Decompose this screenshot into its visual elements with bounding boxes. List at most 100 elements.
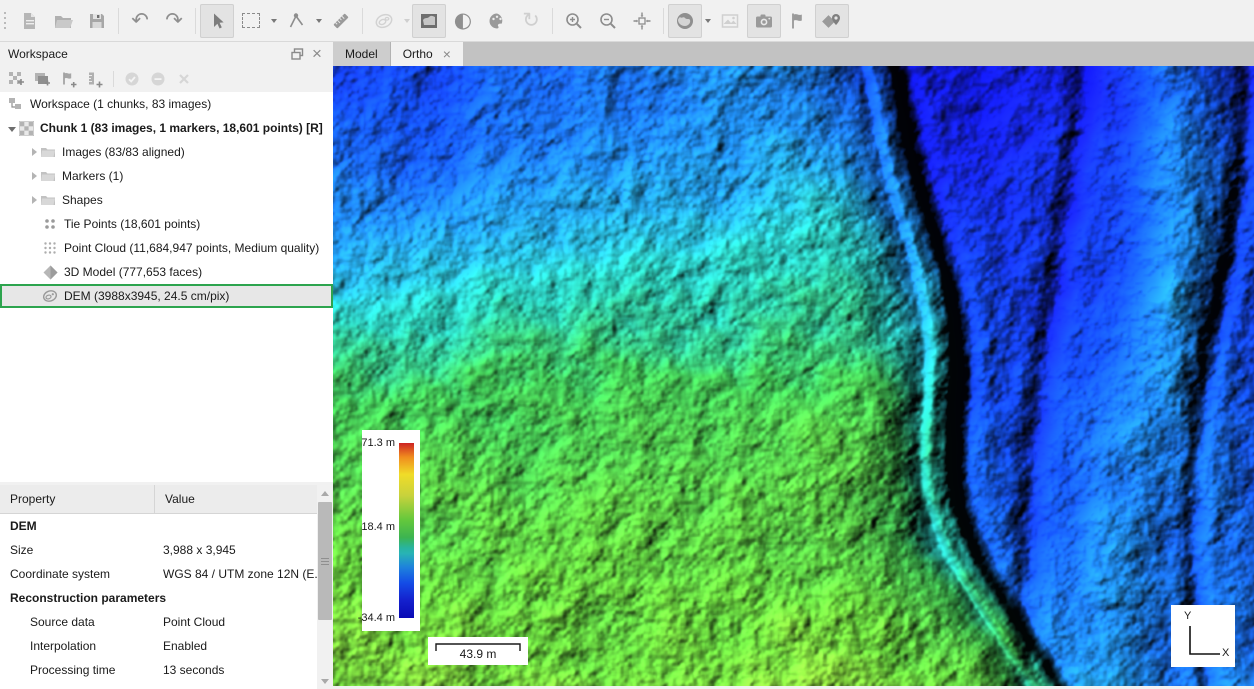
toolbar-grip-handle[interactable] <box>4 12 6 29</box>
property-row-coordinate-system: Coordinate systemWGS 84 / UTM zone 12N (… <box>0 562 317 586</box>
hillshade-map-icon <box>419 11 439 31</box>
remove-button[interactable] <box>173 69 195 89</box>
enable-check-icon <box>124 71 140 87</box>
properties-panel: Property Value DEM Size3,988 x 3,945 Coo… <box>0 482 333 689</box>
properties-scrollbar[interactable] <box>317 485 333 689</box>
tree-item-point-cloud[interactable]: Point Cloud (11,684,947 points, Medium q… <box>0 236 333 260</box>
flag-marker-button[interactable] <box>781 4 815 38</box>
rotate-view-button[interactable]: ↻ <box>514 4 548 38</box>
float-panel-button[interactable] <box>287 45 307 63</box>
add-marker-icon <box>60 71 78 88</box>
toolbar-separator <box>663 8 664 34</box>
enable-button[interactable] <box>121 69 143 89</box>
tab-ortho-label: Ortho <box>403 47 433 61</box>
shapes-layer-button[interactable] <box>815 4 849 38</box>
tree-item-tie-points[interactable]: Tie Points (18,601 points) <box>0 212 333 236</box>
remove-x-icon <box>176 71 192 87</box>
property-row-size: Size3,988 x 3,945 <box>0 538 317 562</box>
legend-gradient-bar <box>399 443 414 618</box>
save-icon <box>87 11 107 31</box>
undo-button[interactable]: ↶ <box>123 4 157 38</box>
flag-icon <box>788 11 808 31</box>
ortho-image-button[interactable] <box>713 4 747 38</box>
toolbar-separator <box>195 8 196 34</box>
workspace-toolbar <box>0 66 333 92</box>
brightness-contrast-button[interactable]: ◐ <box>446 4 480 38</box>
contour-tool-dropdown[interactable] <box>401 4 412 38</box>
tree-item-markers[interactable]: Markers (1) <box>0 164 333 188</box>
tab-model[interactable]: Model <box>333 42 391 66</box>
add-marker-button[interactable] <box>58 69 80 89</box>
new-project-button[interactable] <box>12 4 46 38</box>
tree-item-chunk[interactable]: Chunk 1 (83 images, 1 markers, 18,601 po… <box>0 116 333 140</box>
add-scalebar-button[interactable] <box>84 69 106 89</box>
tree-item-images[interactable]: Images (83/83 aligned) <box>0 140 333 164</box>
redo-button[interactable]: ↷ <box>157 4 191 38</box>
tree-item-3d-model[interactable]: 3D Model (777,653 faces) <box>0 260 333 284</box>
cursor-arrow-icon <box>207 11 227 31</box>
camera-icon <box>754 11 774 31</box>
scroll-down-arrow[interactable] <box>317 673 333 689</box>
property-row-source-data: Source dataPoint Cloud <box>0 610 317 634</box>
scrollbar-thumb[interactable] <box>318 502 332 620</box>
globe-view-button[interactable] <box>668 4 702 38</box>
selection-tool-button[interactable] <box>200 4 234 38</box>
scale-bar-label: 43.9 m <box>428 647 528 661</box>
dem-canvas[interactable] <box>333 66 1254 686</box>
tab-ortho[interactable]: Ortho × <box>391 42 463 66</box>
tree-item-dem[interactable]: DEM (3988x3945, 24.5 cm/pix) <box>0 284 333 308</box>
legend-mid-label: 18.4 m <box>361 521 395 533</box>
ruler-button[interactable] <box>324 4 358 38</box>
zoom-in-button[interactable] <box>557 4 591 38</box>
legend-max-label: 71.3 m <box>361 437 395 449</box>
hillshade-view-button[interactable] <box>412 4 446 38</box>
globe-view-dropdown[interactable] <box>702 4 713 38</box>
disable-button[interactable] <box>147 69 169 89</box>
tab-close-icon[interactable]: × <box>443 47 451 61</box>
collapse-arrow-icon[interactable] <box>6 125 18 132</box>
contour-lines-icon <box>374 11 394 31</box>
ruler-icon <box>331 11 351 31</box>
contrast-icon: ◐ <box>454 10 472 31</box>
palette-button[interactable] <box>480 4 514 38</box>
zoom-out-button[interactable] <box>591 4 625 38</box>
folder-icon <box>40 168 56 184</box>
tree-item-shapes[interactable]: Shapes <box>0 188 333 212</box>
angle-measure-icon <box>286 11 306 31</box>
value-column-header: Value <box>155 485 317 513</box>
add-photos-button[interactable] <box>32 69 54 89</box>
measure-tool-dropdown[interactable] <box>313 4 324 38</box>
model-icon <box>42 264 58 280</box>
axis-y-label: Y <box>1184 610 1191 622</box>
expand-arrow-icon[interactable] <box>28 196 40 204</box>
view-area: Model Ortho × 71.3 m 18.4 m -34.4 m 43.9… <box>333 42 1254 686</box>
view-tab-bar: Model Ortho × <box>333 42 1254 66</box>
fit-view-button[interactable] <box>625 4 659 38</box>
scroll-up-arrow[interactable] <box>317 485 333 501</box>
rectangle-selection-button[interactable] <box>234 4 268 38</box>
open-project-button[interactable] <box>46 4 80 38</box>
fit-view-icon <box>632 11 652 31</box>
workspace-panel: Workspace × <box>0 42 333 686</box>
globe-icon <box>675 11 695 31</box>
add-chunk-icon <box>8 71 26 88</box>
property-row-dem: DEM <box>0 514 317 538</box>
contour-tool-button[interactable] <box>367 4 401 38</box>
capture-view-button[interactable] <box>747 4 781 38</box>
elevation-legend: 71.3 m 18.4 m -34.4 m <box>362 430 420 631</box>
zoom-out-icon <box>598 11 618 31</box>
save-project-button[interactable] <box>80 4 114 38</box>
rotate-icon: ↻ <box>522 10 540 31</box>
workspace-panel-header: Workspace × <box>0 42 333 66</box>
measure-tool-button[interactable] <box>279 4 313 38</box>
legend-min-label: -34.4 m <box>358 612 395 624</box>
tree-item-workspace[interactable]: Workspace (1 chunks, 83 images) <box>0 92 333 116</box>
add-chunk-button[interactable] <box>6 69 28 89</box>
close-panel-button[interactable]: × <box>307 45 327 63</box>
workspace-panel-title: Workspace <box>8 47 287 61</box>
rectangle-selection-dropdown[interactable] <box>268 4 279 38</box>
expand-arrow-icon[interactable] <box>28 172 40 180</box>
expand-arrow-icon[interactable] <box>28 148 40 156</box>
workspace-tree: Workspace (1 chunks, 83 images) Chunk 1 … <box>0 92 333 529</box>
image-icon <box>720 11 740 31</box>
